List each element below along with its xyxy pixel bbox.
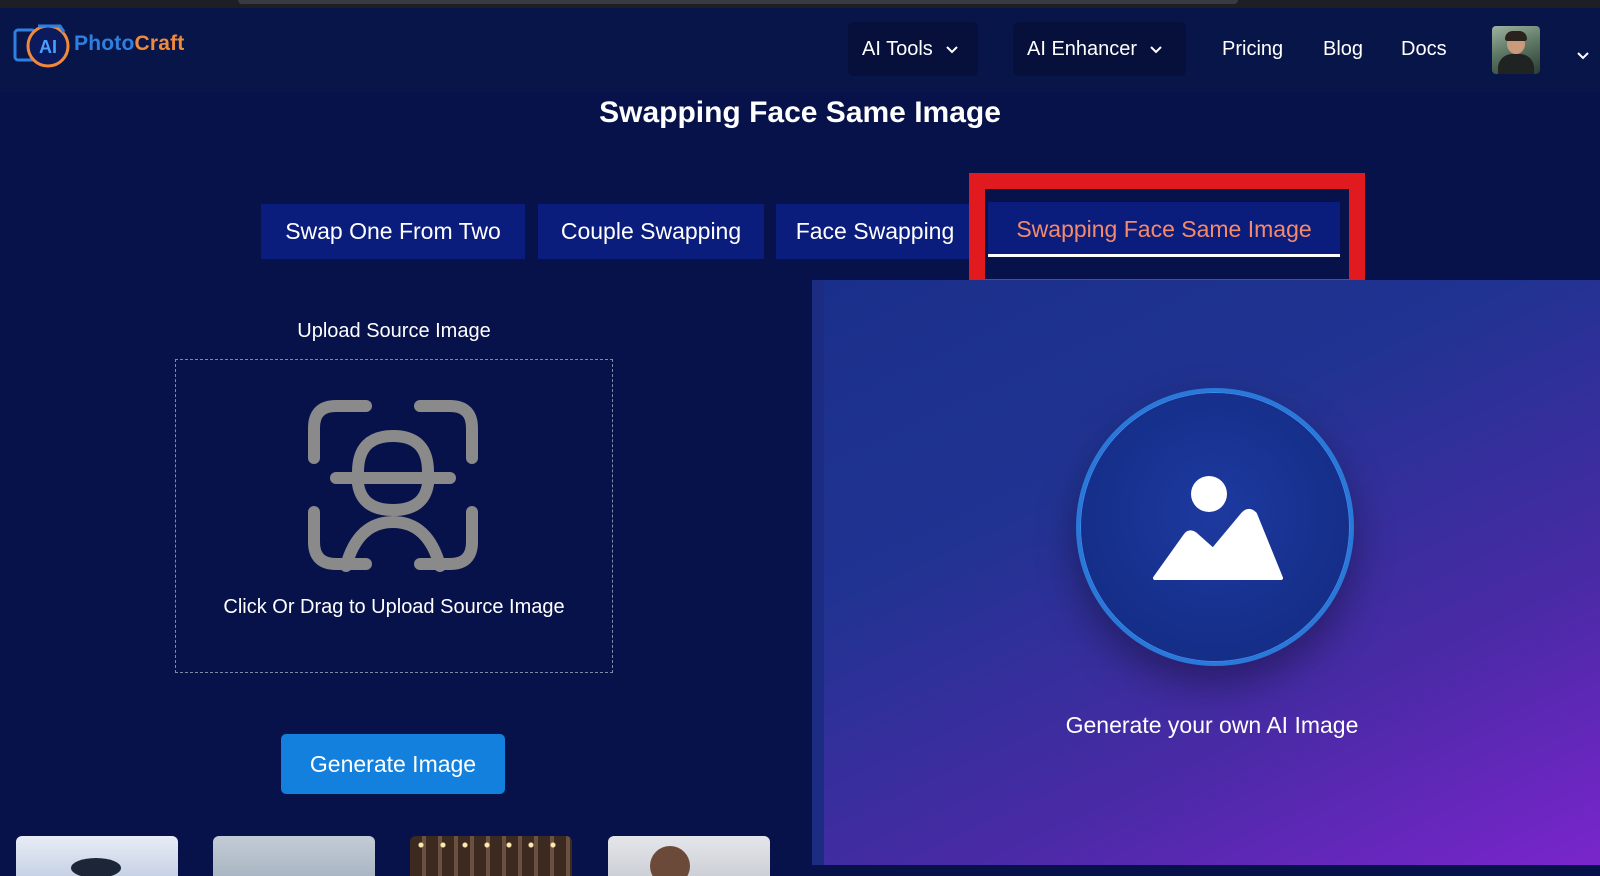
upload-source-label: Upload Source Image xyxy=(297,320,491,342)
nav-ai-enhancer-dropdown[interactable]: AI Enhancer xyxy=(1013,22,1186,76)
sample-thumbnail-1[interactable] xyxy=(16,836,178,876)
avatar-hair xyxy=(1505,31,1527,41)
image-placeholder-icon xyxy=(1153,476,1283,580)
panel-edge xyxy=(812,280,824,865)
logo-text: PhotoCraft xyxy=(74,32,185,56)
logo-badge-text: AI xyxy=(39,37,57,57)
face-scan-icon xyxy=(308,400,478,572)
sample-thumbnail-3[interactable] xyxy=(410,836,572,876)
generate-image-button[interactable]: Generate Image xyxy=(281,734,505,794)
thumbnail-subject xyxy=(650,846,690,876)
result-preview-panel: Generate your own AI Image xyxy=(812,280,1600,865)
sample-thumbnail-2[interactable] xyxy=(213,836,375,876)
nav-ai-tools-label: AI Tools xyxy=(862,37,933,60)
result-placeholder-circle xyxy=(1076,388,1354,666)
tab-couple-swapping[interactable]: Couple Swapping xyxy=(538,204,764,259)
avatar-body xyxy=(1498,54,1534,74)
result-caption: Generate your own AI Image xyxy=(1065,712,1359,738)
brand-logo[interactable]: AI PhotoCraft xyxy=(12,16,185,72)
result-preview-inner: Generate your own AI Image xyxy=(824,280,1600,865)
account-menu-chevron-icon[interactable] xyxy=(1576,48,1590,62)
page-title: Swapping Face Same Image xyxy=(599,96,1001,129)
nav-docs-link[interactable]: Docs xyxy=(1401,38,1447,61)
browser-top-bar xyxy=(238,0,1238,4)
sample-thumbnail-4[interactable] xyxy=(608,836,770,876)
chevron-down-icon xyxy=(1150,46,1162,54)
thumbnail-lights xyxy=(410,842,572,848)
upload-source-dropzone[interactable]: Click Or Drag to Upload Source Image xyxy=(175,359,613,673)
logo-text-photo: Photo xyxy=(74,32,135,55)
nav-ai-enhancer-label: AI Enhancer xyxy=(1027,37,1138,60)
logo-badge-icon: AI xyxy=(12,16,72,72)
site-header: AI PhotoCraft AI Tools AI Enhancer Prici… xyxy=(0,8,1600,92)
upload-hint-text: Click Or Drag to Upload Source Image xyxy=(223,596,565,618)
nav-pricing-link[interactable]: Pricing xyxy=(1222,38,1283,61)
user-avatar[interactable] xyxy=(1492,26,1540,74)
browser-top-strip xyxy=(0,0,1600,8)
tab-label: Couple Swapping xyxy=(560,218,742,244)
tab-label: Face Swapping xyxy=(795,218,955,244)
logo-text-craft: Craft xyxy=(134,32,185,55)
nav-ai-tools-dropdown[interactable]: AI Tools xyxy=(848,22,978,76)
highlight-annotation-box xyxy=(969,173,1365,295)
tab-face-swapping[interactable]: Face Swapping xyxy=(776,204,974,259)
nav-blog-link[interactable]: Blog xyxy=(1323,38,1363,61)
chevron-down-icon xyxy=(946,46,958,54)
tab-swap-one-from-two[interactable]: Swap One From Two xyxy=(261,204,525,259)
thumbnail-subject xyxy=(71,858,121,876)
tab-label: Swap One From Two xyxy=(285,218,501,244)
